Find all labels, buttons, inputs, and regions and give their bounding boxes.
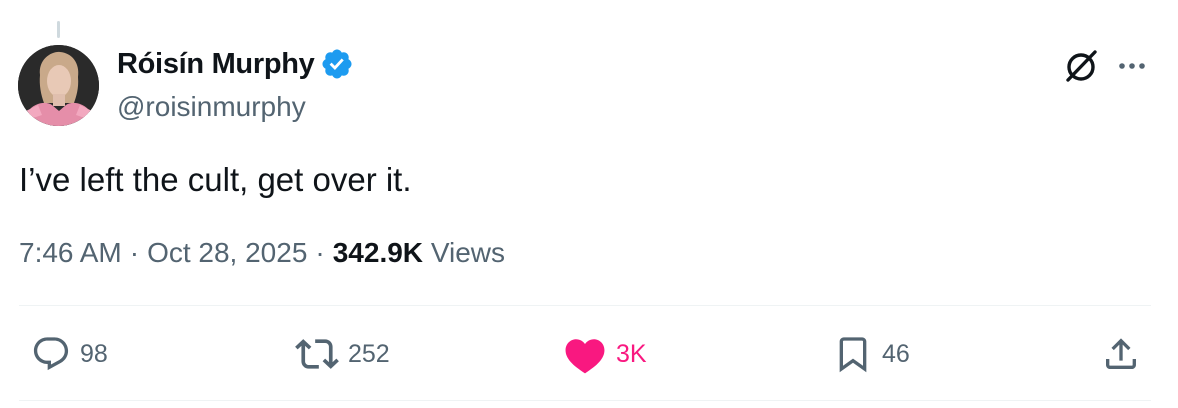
verified-badge-icon[interactable] [320, 47, 354, 81]
views-count: 342.9K [332, 237, 424, 268]
share-button[interactable] [1101, 334, 1141, 374]
avatar[interactable] [18, 45, 99, 126]
divider [19, 400, 1151, 401]
author-handle[interactable]: @roisinmurphy [117, 91, 306, 123]
heart-icon [565, 339, 605, 374]
more-icon[interactable] [1116, 56, 1148, 76]
like-button[interactable]: 3K [563, 334, 647, 374]
grok-icon[interactable] [1062, 46, 1102, 86]
divider [19, 305, 1151, 306]
bookmark-count: 46 [882, 339, 910, 368]
thread-connector-line [57, 21, 60, 38]
bookmark-icon [839, 337, 867, 373]
reply-icon [33, 337, 69, 371]
author-display-name[interactable]: Róisín Murphy [117, 48, 315, 81]
reply-button[interactable]: 98 [31, 334, 108, 374]
share-icon [1106, 338, 1136, 369]
views-label: Views [430, 237, 505, 268]
tweet-date[interactable]: Oct 28, 2025 [147, 237, 307, 268]
repost-icon [295, 339, 339, 369]
repost-count: 252 [348, 339, 390, 368]
tweet-text: I’ve left the cult, get over it. [19, 161, 412, 198]
avatar-image [18, 45, 99, 126]
tweet-time[interactable]: 7:46 AM [19, 237, 122, 268]
meta-separator: · [129, 237, 140, 268]
reply-count: 98 [80, 339, 108, 368]
tweet-meta: 7:46 AM · Oct 28, 2025 · 342.9K Views [19, 237, 505, 269]
like-count: 3K [616, 339, 647, 368]
repost-button[interactable]: 252 [295, 334, 390, 374]
meta-separator: · [315, 237, 325, 268]
author-name-row[interactable]: Róisín Murphy [117, 47, 354, 81]
bookmark-button[interactable]: 46 [833, 334, 910, 374]
